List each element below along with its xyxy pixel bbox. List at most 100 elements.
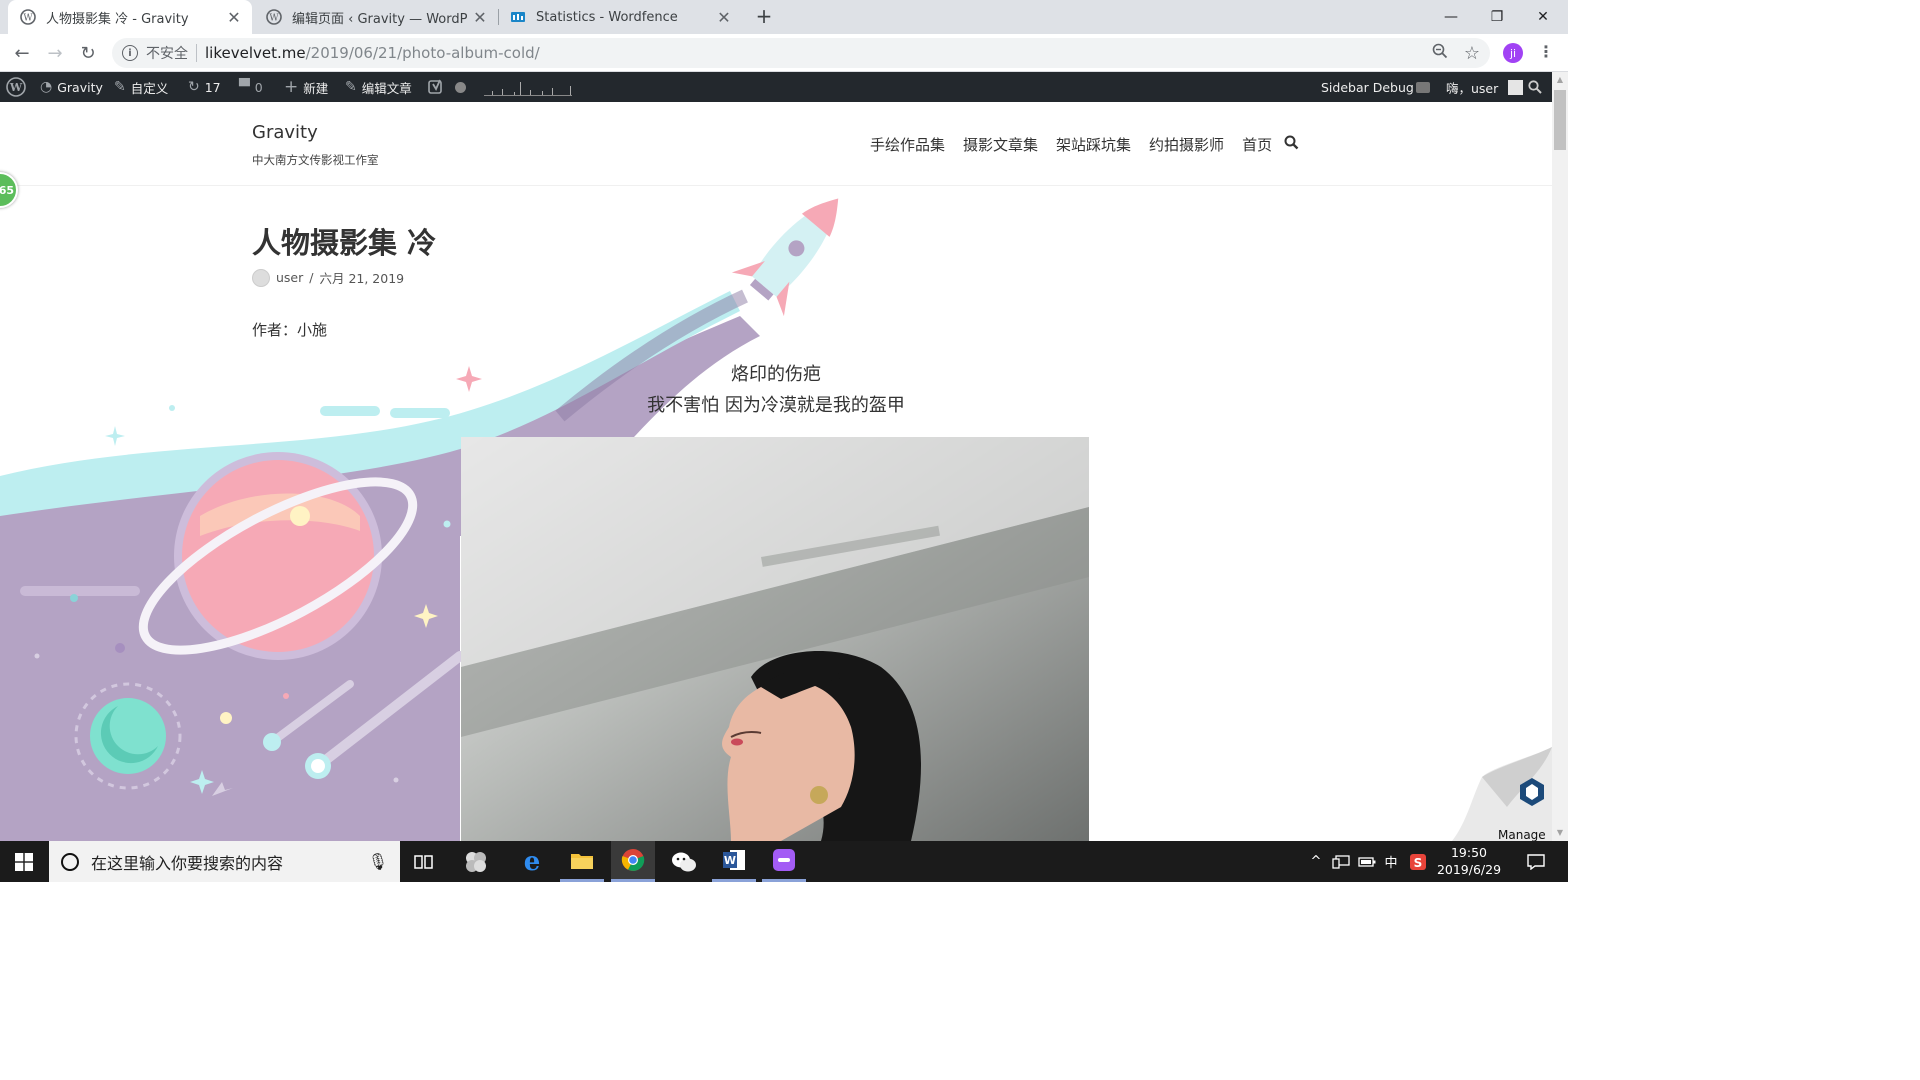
edge-browser-icon[interactable]: e	[510, 841, 554, 882]
browser-menu-icon[interactable]: ⋮	[1538, 42, 1554, 61]
scroll-down-arrow-icon[interactable]: ▼	[1552, 825, 1568, 841]
manage-widget[interactable]: Manage	[1452, 747, 1552, 841]
main-navigation: 手绘作品集 摄影文章集 架站踩坑集 约拍摄影师 首页	[870, 134, 1272, 155]
site-info-icon[interactable]: i	[122, 45, 138, 61]
admin-bar-my-account[interactable]: 嗨，user	[1446, 72, 1524, 102]
close-window-icon[interactable]: ✕	[1520, 0, 1566, 34]
post-author[interactable]: user	[276, 270, 303, 285]
address-bar[interactable]: i 不安全 likevelvet.me/2019/06/21/photo-alb…	[112, 38, 1490, 68]
notification-bubble-icon[interactable]	[1416, 72, 1430, 102]
post-author-credit: 作者：小施	[252, 321, 328, 339]
chrome-browser-icon[interactable]	[611, 841, 655, 882]
clock-date: 2019/6/29	[1436, 862, 1502, 877]
forward-arrow-icon[interactable]: →	[41, 39, 69, 67]
tab-title: Statistics - Wordfence	[536, 9, 678, 25]
taskbar-search-placeholder: 在这里输入你要搜索的内容	[91, 853, 284, 873]
profile-avatar[interactable]: ji	[1503, 43, 1523, 63]
tab-wordfence-statistics[interactable]: Statistics - Wordfence ✕	[498, 0, 742, 34]
comment-bubble-icon: ▀	[239, 79, 250, 95]
svg-text:S: S	[1414, 856, 1423, 870]
site-description: 中大南方文传影视工作室	[252, 153, 379, 167]
greeting-label: 嗨，user	[1446, 80, 1499, 96]
wordpress-logo-icon[interactable]: W	[6, 72, 26, 102]
plus-icon: +	[284, 77, 299, 97]
close-tab-icon[interactable]: ✕	[468, 8, 492, 27]
manage-label: Manage	[1498, 828, 1546, 841]
sogou-input-icon[interactable]: S	[1406, 841, 1430, 882]
admin-search-icon[interactable]	[1528, 72, 1542, 102]
pencil-icon: ✎	[345, 79, 357, 95]
tab-photo-album-cold[interactable]: W 人物摄影集 冷 - Gravity ✕	[8, 0, 252, 34]
nav-item-home[interactable]: 首页	[1242, 134, 1272, 155]
close-tab-icon[interactable]: ✕	[222, 8, 246, 27]
scrollbar-thumb[interactable]	[1554, 90, 1566, 150]
clock-time: 19:50	[1450, 845, 1488, 860]
post-date[interactable]: 六月 21, 2019	[319, 268, 404, 287]
post-quote-line-1: 烙印的伤疤	[731, 364, 821, 385]
word-icon[interactable]: W	[712, 841, 756, 882]
admin-bar-customize[interactable]: ✎ 自定义	[114, 72, 168, 102]
admin-bar-site-name[interactable]: ◔ Gravity	[40, 72, 103, 102]
taskbar-search-box[interactable]: 在这里输入你要搜索的内容 🎙	[49, 841, 400, 882]
action-center-icon[interactable]	[1522, 841, 1550, 882]
omnibox-divider	[196, 44, 197, 62]
svg-text:W: W	[23, 14, 33, 24]
purple-app-icon[interactable]	[762, 841, 806, 882]
admin-bar-updates[interactable]: ↻ 17	[188, 72, 221, 102]
restore-window-icon[interactable]: ❐	[1474, 0, 1520, 34]
close-tab-icon[interactable]: ✕	[712, 8, 736, 27]
windows-taskbar: 在这里输入你要搜索的内容 🎙 e W ^ 中 S 19:50 2019/6/29	[0, 841, 1568, 882]
page-scrollbar[interactable]: ▲ ▼	[1552, 72, 1568, 841]
post-title: 人物摄影集 冷	[252, 226, 437, 260]
seo-status-dot-icon	[455, 72, 466, 102]
new-label: 新建	[303, 80, 329, 96]
user-avatar-icon	[1508, 79, 1524, 95]
page-viewport: Gravity 中大南方文传影视工作室 手绘作品集 摄影文章集 架站踩坑集 约拍…	[0, 102, 1552, 841]
nav-item-photo-articles[interactable]: 摄影文章集	[963, 134, 1038, 155]
admin-bar-new-content[interactable]: + 新建	[284, 72, 328, 102]
yoast-seo-icon[interactable]	[428, 72, 444, 102]
taskbar-clock[interactable]: 19:50 2019/6/29	[1430, 844, 1508, 878]
svg-text:W: W	[724, 854, 736, 867]
back-arrow-icon[interactable]: ←	[8, 39, 36, 67]
svg-text:W: W	[269, 14, 279, 24]
new-tab-button[interactable]: +	[752, 4, 776, 28]
site-header: Gravity 中大南方文传影视工作室 手绘作品集 摄影文章集 架站踩坑集 约拍…	[0, 102, 1552, 186]
minimize-window-icon[interactable]: —	[1428, 0, 1474, 34]
edit-post-label: 编辑文章	[361, 80, 412, 96]
reload-icon[interactable]: ↻	[74, 39, 102, 67]
file-explorer-icon[interactable]	[560, 841, 604, 882]
url-host: likevelvet.me	[205, 44, 306, 62]
scroll-up-arrow-icon[interactable]: ▲	[1552, 72, 1568, 88]
zoom-icon[interactable]	[1432, 43, 1448, 63]
wechat-icon[interactable]	[662, 841, 706, 882]
battery-icon[interactable]	[1356, 841, 1378, 882]
post-quote-line-2: 我不害怕 因为冷漠就是我的盔甲	[647, 395, 905, 416]
nav-item-hand-drawn[interactable]: 手绘作品集	[870, 134, 945, 155]
admin-bar-comments[interactable]: ▀ 0	[239, 72, 263, 102]
tab-edit-page[interactable]: W 编辑页面 ‹ Gravity — WordPress ✕	[254, 0, 498, 34]
svg-text:W: W	[9, 81, 23, 94]
site-title[interactable]: Gravity	[252, 122, 318, 143]
ime-indicator[interactable]: 中	[1380, 841, 1402, 882]
admin-bar-edit-post[interactable]: ✎ 编辑文章	[345, 72, 412, 102]
bookmark-star-icon[interactable]: ☆	[1464, 43, 1480, 64]
nav-search-icon[interactable]	[1284, 135, 1299, 154]
microphone-icon[interactable]: 🎙	[368, 852, 388, 871]
meta-separator: /	[309, 270, 314, 285]
windows-start-icon[interactable]	[0, 841, 48, 882]
post-meta: user / 六月 21, 2019	[252, 268, 404, 287]
wordpress-favicon-icon: W	[20, 9, 36, 25]
nav-item-site-building[interactable]: 架站踩坑集	[1056, 134, 1131, 155]
show-hidden-icons-chevron-icon[interactable]: ^	[1306, 841, 1326, 882]
nav-item-book-photographer[interactable]: 约拍摄影师	[1149, 134, 1224, 155]
browser-tab-strip: W 人物摄影集 冷 - Gravity ✕ W 编辑页面 ‹ Gravity —…	[0, 0, 1568, 34]
network-icon[interactable]	[1330, 841, 1352, 882]
task-view-icon[interactable]	[402, 841, 446, 882]
url-path: /2019/06/21/photo-album-cold/	[305, 44, 540, 62]
wordfence-favicon-icon	[510, 9, 526, 25]
pinned-app-swirl-icon[interactable]	[454, 841, 498, 882]
portrait-photo[interactable]	[461, 437, 1089, 841]
traffic-sparkline[interactable]	[484, 80, 572, 96]
sidebar-debug-link[interactable]: Sidebar Debug	[1321, 72, 1414, 102]
